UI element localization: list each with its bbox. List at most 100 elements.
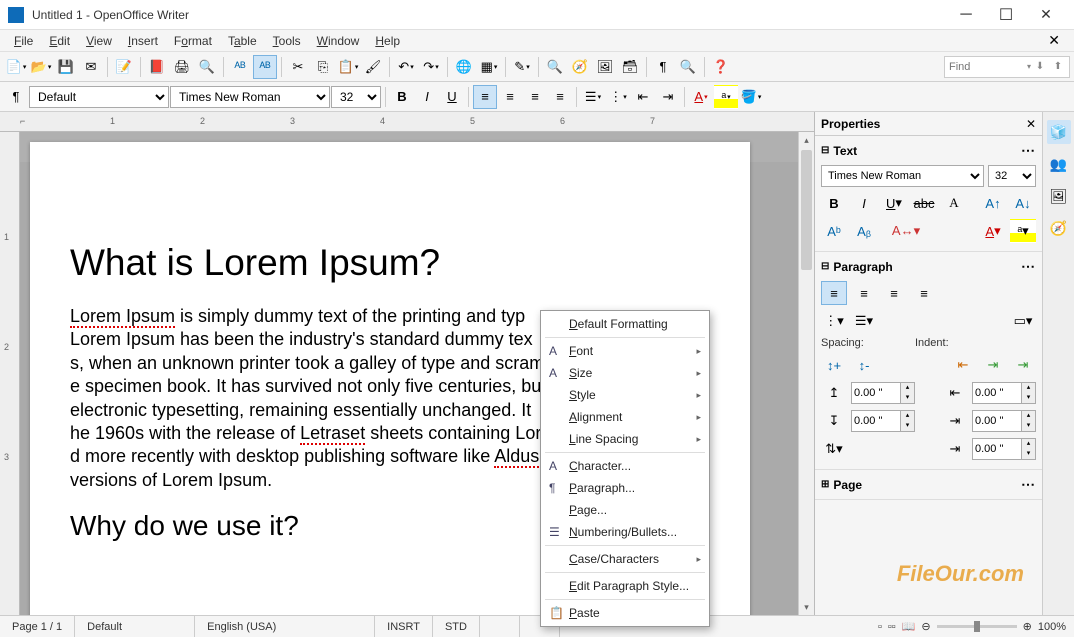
expand-icon[interactable]: ⊞ (821, 479, 829, 490)
sidebar-size-select[interactable]: 32 (988, 165, 1036, 187)
zoom-slider[interactable] (937, 625, 1017, 628)
ctx-item[interactable]: ACharacter... (541, 455, 709, 477)
paste-button[interactable]: 📋 (336, 55, 360, 79)
nonprinting-chars-button[interactable]: ¶ (651, 55, 675, 79)
align-left-button[interactable]: ≡ (473, 85, 497, 109)
view-layout-single-icon[interactable]: ▫ (878, 621, 882, 633)
hyperlink-button[interactable]: 🌐 (452, 55, 476, 79)
edit-file-button[interactable]: 📝 (112, 55, 136, 79)
expand-icon[interactable]: ⊟ (821, 261, 829, 272)
spellcheck-button[interactable]: ᴬᴮ (228, 55, 252, 79)
numbered-list-button[interactable]: ☰ (581, 85, 605, 109)
ctx-item[interactable]: ¶Paragraph... (541, 477, 709, 499)
menu-view[interactable]: View (78, 32, 120, 50)
font-name-select[interactable]: Times New Roman (170, 86, 330, 108)
spacing-above-input[interactable]: ▴▾ (851, 382, 915, 404)
font-color-button[interactable]: A (689, 85, 713, 109)
status-language[interactable]: English (USA) (195, 616, 375, 637)
ctx-item[interactable]: Page... (541, 499, 709, 521)
menu-window[interactable]: Window (309, 32, 368, 50)
save-button[interactable]: 💾 (54, 55, 78, 79)
sidebar-superscript-button[interactable]: Aᵇ (821, 219, 847, 243)
para-bgcolor-button[interactable]: ▭▾ (1010, 309, 1036, 333)
zoom-out-button[interactable]: ⊖ (921, 620, 930, 633)
vertical-ruler[interactable]: 1 2 3 (0, 132, 20, 615)
menu-table[interactable]: Table (220, 32, 265, 50)
ctx-item[interactable]: ☰Numbering/Bullets... (541, 521, 709, 543)
section-menu-button[interactable]: ⋯ (1021, 258, 1036, 275)
bg-color-button[interactable]: 🪣 (739, 85, 763, 109)
status-insert-mode[interactable]: INSRT (375, 616, 433, 637)
sidebar-strike-button[interactable]: abc (911, 191, 937, 215)
menu-file[interactable]: File (6, 32, 41, 50)
decrease-indent-button[interactable]: ⇤ (631, 85, 655, 109)
status-style[interactable]: Default (75, 616, 195, 637)
sidebar-shrink-font-button[interactable]: A↓ (1010, 191, 1036, 215)
sidebar-shadow-button[interactable]: A (941, 191, 967, 215)
ctx-item[interactable]: Alignment▸ (541, 406, 709, 428)
gallery-button[interactable]: 🖼 (593, 55, 617, 79)
find-next-button[interactable]: ⬇ (1031, 58, 1049, 76)
ctx-item[interactable]: Edit Paragraph Style... (541, 575, 709, 597)
doc-heading[interactable]: What is Lorem Ipsum? (70, 242, 710, 285)
section-menu-button[interactable]: ⋯ (1021, 476, 1036, 493)
vertical-scrollbar[interactable]: ▴ ▾ (798, 132, 814, 615)
paragraph-style-select[interactable]: Default (29, 86, 169, 108)
scroll-down-button[interactable]: ▾ (799, 599, 814, 615)
email-button[interactable]: ✉ (79, 55, 103, 79)
bold-button[interactable]: B (390, 85, 414, 109)
indent-first-input[interactable]: ▴▾ (972, 438, 1036, 460)
sidebar-bold-button[interactable]: B (821, 191, 847, 215)
para-align-center-button[interactable]: ≡ (851, 281, 877, 305)
expand-icon[interactable]: ⊟ (821, 145, 829, 156)
sidebar-subscript-button[interactable]: Aᵦ (851, 219, 877, 243)
sidebar-italic-button[interactable]: I (851, 191, 877, 215)
spacing-increase-button[interactable]: ↕+ (821, 353, 847, 377)
tab-gallery[interactable]: 🖼 (1047, 184, 1071, 208)
help-button[interactable]: ❓ (709, 55, 733, 79)
indent-after-input[interactable]: ▴▾ (972, 410, 1036, 432)
format-paintbrush-button[interactable]: 🖌 (361, 55, 385, 79)
tab-navigator[interactable]: 🧭 (1047, 216, 1071, 240)
ctx-item[interactable]: Case/Characters▸ (541, 548, 709, 570)
indent-increase-button[interactable]: ⇥ (980, 353, 1006, 377)
para-align-justify-button[interactable]: ≡ (911, 281, 937, 305)
status-selection-mode[interactable]: STD (433, 616, 480, 637)
menu-format[interactable]: Format (166, 32, 220, 50)
new-button[interactable]: 📄 (4, 55, 28, 79)
para-numbering-button[interactable]: ☰▾ (851, 309, 877, 333)
sidebar-font-select[interactable]: Times New Roman (821, 165, 984, 187)
zoom-in-button[interactable]: ⊕ (1023, 620, 1032, 633)
menu-tools[interactable]: Tools (265, 32, 309, 50)
align-center-button[interactable]: ≡ (498, 85, 522, 109)
print-preview-button[interactable]: 🔍 (195, 55, 219, 79)
font-size-select[interactable]: 32 (331, 86, 381, 108)
close-button[interactable]: ✕ (1026, 0, 1066, 30)
bullet-list-button[interactable]: ⋮ (606, 85, 630, 109)
spacing-decrease-button[interactable]: ↕- (851, 353, 877, 377)
export-pdf-button[interactable]: 📕 (145, 55, 169, 79)
italic-button[interactable]: I (415, 85, 439, 109)
indent-decrease-button[interactable]: ⇤ (950, 353, 976, 377)
para-bullets-button[interactable]: ⋮▾ (821, 309, 847, 333)
ctx-item[interactable]: Style▸ (541, 384, 709, 406)
sidebar-grow-font-button[interactable]: A↑ (980, 191, 1006, 215)
menu-edit[interactable]: Edit (41, 32, 78, 50)
align-justify-button[interactable]: ≡ (548, 85, 572, 109)
find-input[interactable] (947, 59, 1027, 75)
cut-button[interactable]: ✂ (286, 55, 310, 79)
para-align-left-button[interactable]: ≡ (821, 281, 847, 305)
navigator-button[interactable]: 🧭 (568, 55, 592, 79)
view-layout-book-icon[interactable]: 📖 (902, 620, 916, 633)
copy-button[interactable]: ⎘ (311, 55, 335, 79)
sidebar-underline-button[interactable]: U▾ (881, 191, 907, 215)
highlight-button[interactable]: ᵃ (714, 85, 738, 109)
table-button[interactable]: ▦ (477, 55, 501, 79)
open-button[interactable]: 📂 (29, 55, 53, 79)
data-sources-button[interactable]: 🗃 (618, 55, 642, 79)
maximize-button[interactable]: ☐ (986, 0, 1026, 30)
find-prev-button[interactable]: ⬆ (1049, 58, 1067, 76)
menu-help[interactable]: Help (367, 32, 408, 50)
ctx-item[interactable]: 📋Paste (541, 602, 709, 624)
align-right-button[interactable]: ≡ (523, 85, 547, 109)
